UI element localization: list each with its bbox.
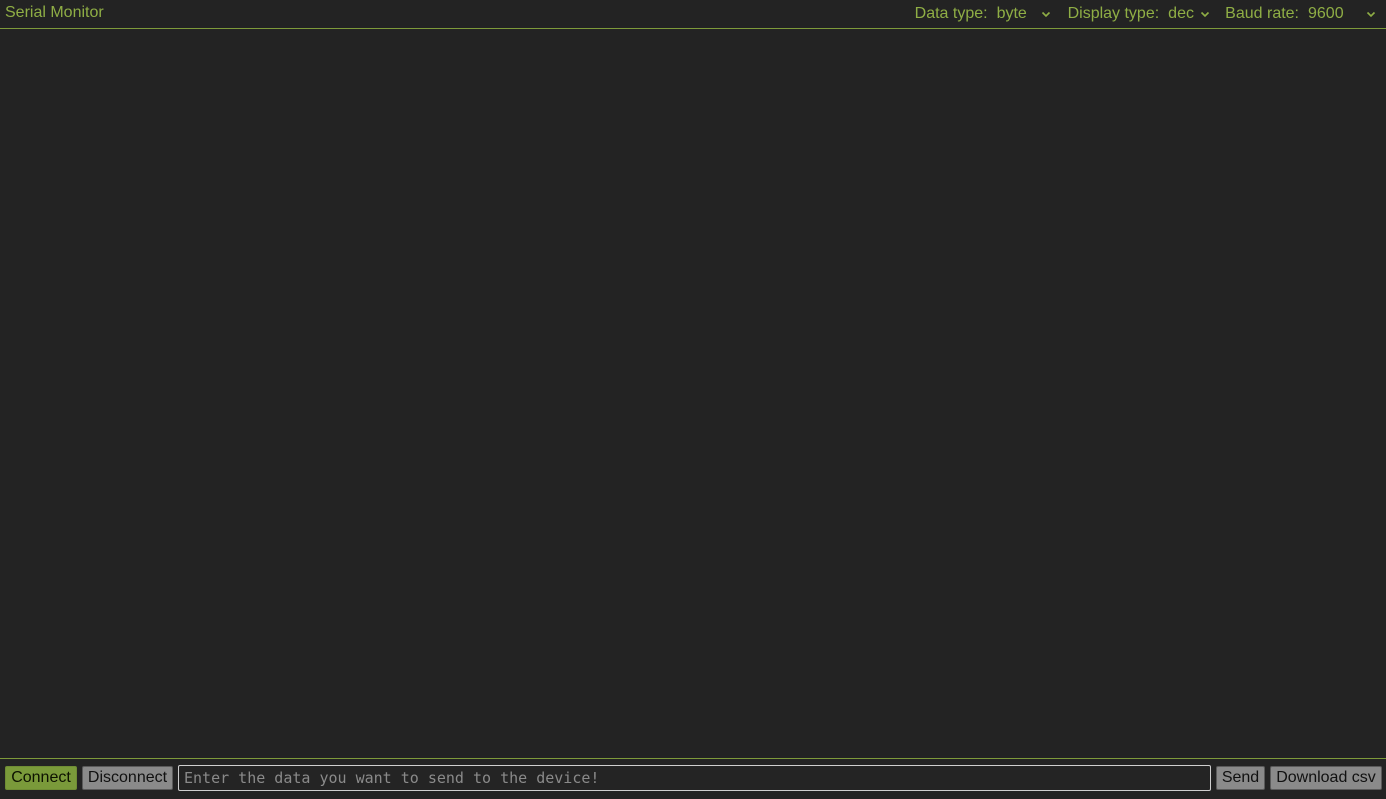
footer-bar: Connect Disconnect Send Download csv <box>0 758 1386 799</box>
display-type-value: dec <box>1168 5 1194 22</box>
display-type-label: Display type: <box>1067 5 1160 22</box>
header-bar: Serial Monitor Data type: byte Display t… <box>0 0 1386 29</box>
header-controls: Data type: byte Display type: dec Baud r… <box>915 0 1386 28</box>
baud-rate-control: Baud rate: 9600 <box>1225 5 1376 23</box>
disconnect-button[interactable]: Disconnect <box>82 766 173 790</box>
serial-output-area[interactable] <box>0 29 1386 758</box>
connect-button[interactable]: Connect <box>5 766 77 790</box>
chevron-down-icon <box>1041 9 1051 19</box>
send-data-input[interactable] <box>178 765 1211 791</box>
data-type-label: Data type: <box>914 5 988 22</box>
app-title: Serial Monitor <box>5 4 104 21</box>
data-type-select[interactable]: byte <box>997 5 1051 23</box>
send-button[interactable]: Send <box>1216 766 1265 790</box>
download-csv-button[interactable]: Download csv <box>1270 766 1382 790</box>
chevron-down-icon <box>1200 9 1210 19</box>
data-type-value: byte <box>996 5 1027 22</box>
display-type-control: Display type: dec <box>1067 5 1210 23</box>
data-type-control: Data type: byte <box>915 5 1051 23</box>
baud-rate-value: 9600 <box>1308 5 1344 22</box>
display-type-select[interactable]: dec <box>1168 5 1210 23</box>
chevron-down-icon <box>1366 9 1376 19</box>
serial-monitor-app: Serial Monitor Data type: byte Display t… <box>0 0 1386 799</box>
baud-rate-label: Baud rate: <box>1225 5 1299 22</box>
baud-rate-select[interactable]: 9600 <box>1308 5 1376 23</box>
